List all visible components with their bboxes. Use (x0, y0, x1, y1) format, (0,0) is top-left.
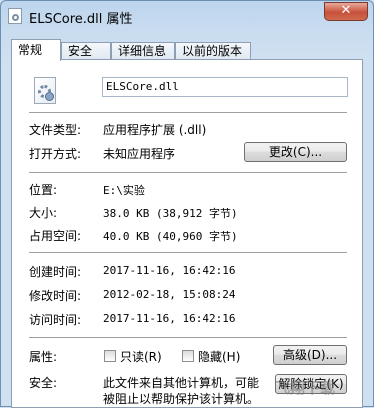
file-type-label: 文件类型: (29, 123, 82, 137)
properties-window: ELSCore.dll 属性 ✕ 常规 安全 详细信息 以前的版本 ELSCor… (0, 0, 374, 408)
tab-previous-versions[interactable]: 以前的版本 (175, 42, 251, 60)
size-label: 大小: (29, 206, 58, 220)
hidden-checkbox[interactable] (182, 350, 194, 362)
open-with-value: 未知应用程序 (103, 147, 176, 161)
accessed-value: 2017-11-16, 16:42:16 (103, 312, 236, 325)
attributes-label: 属性: (29, 350, 58, 364)
created-label: 创建时间: (29, 265, 82, 279)
file-name-field[interactable]: ELSCore.dll (102, 77, 348, 97)
size-on-disk-value: 40.0 KB (40,960 字节) (103, 230, 238, 243)
tab-details[interactable]: 详细信息 (111, 42, 175, 60)
security-text-line-2: 被阻止以帮助保护该计算机。 (103, 392, 260, 406)
readonly-label[interactable]: 只读(R) (120, 348, 162, 365)
security-text-line-1: 此文件来自其他计算机，可能 (103, 376, 260, 390)
hidden-label[interactable]: 隐藏(H) (198, 348, 240, 365)
divider (29, 172, 347, 174)
accessed-label: 访问时间: (29, 313, 82, 327)
dll-gear-icon (34, 77, 56, 104)
location-value: E:\实验 (103, 184, 145, 197)
divider (29, 252, 347, 254)
divider (29, 337, 347, 339)
location-label: 位置: (29, 183, 58, 197)
size-value: 38.0 KB (38,912 字节) (103, 207, 238, 220)
title-bar[interactable]: ELSCore.dll 属性 ✕ (1, 1, 373, 31)
modified-label: 修改时间: (29, 289, 82, 303)
tab-general[interactable]: 常规 (11, 39, 61, 61)
close-button[interactable]: ✕ (324, 2, 368, 21)
readonly-checkbox[interactable] (104, 350, 116, 362)
modified-value: 2012-02-18, 15:08:24 (103, 288, 236, 301)
file-icon (8, 8, 22, 24)
change-button[interactable]: 更改(C)... (244, 142, 347, 162)
window-title: ELSCore.dll 属性 (29, 12, 133, 27)
advanced-button[interactable]: 高级(D)... (273, 345, 347, 365)
size-on-disk-label: 占用空间: (29, 229, 82, 243)
open-with-label: 打开方式: (29, 147, 82, 161)
tab-security[interactable]: 安全 (61, 42, 111, 60)
site-watermark: 飞翔下载 (275, 379, 336, 397)
divider (29, 112, 347, 114)
security-label: 安全: (29, 376, 58, 390)
created-value: 2017-11-16, 16:42:16 (103, 264, 236, 277)
file-type-value: 应用程序扩展 (.dll) (103, 123, 207, 137)
